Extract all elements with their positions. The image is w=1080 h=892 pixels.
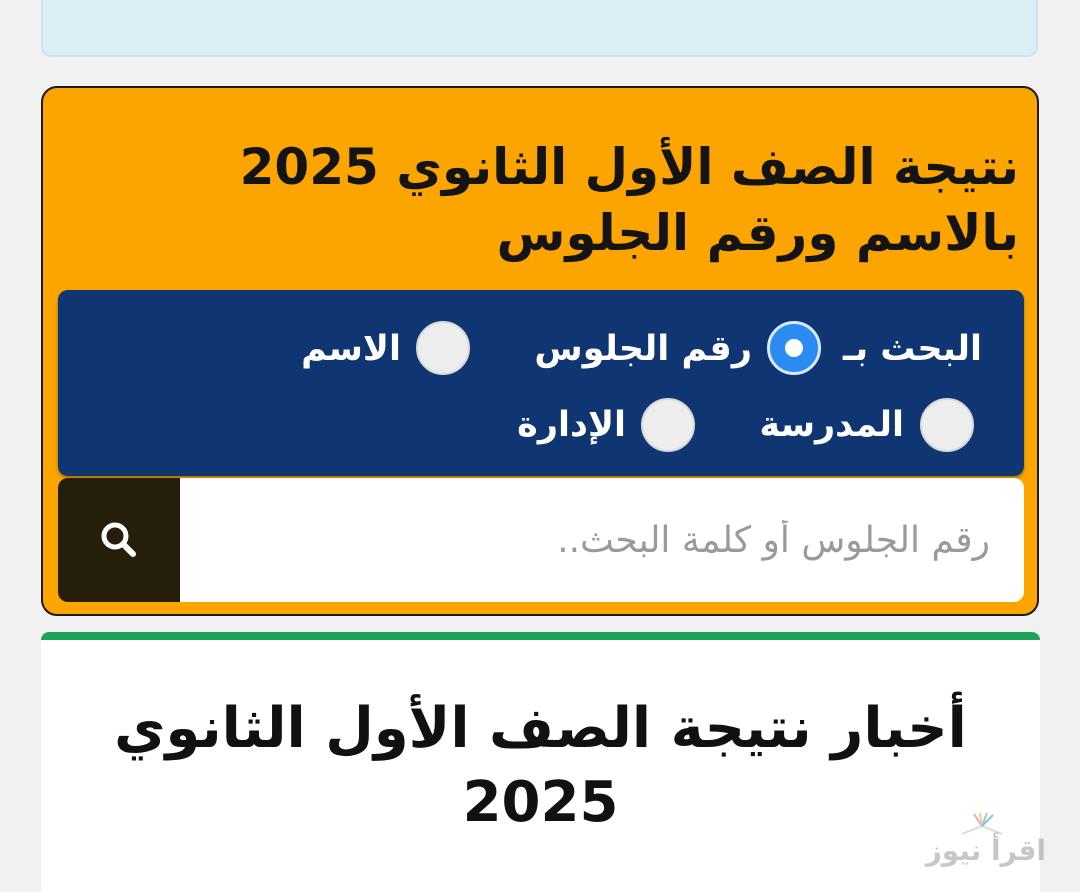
radio-administration[interactable]	[641, 398, 695, 452]
search-button[interactable]	[58, 478, 180, 602]
result-card-title-line1: نتيجة الصف الأول الثانوي 2025	[239, 138, 1019, 196]
radio-school[interactable]	[920, 398, 974, 452]
news-title-line2: 2025	[462, 770, 619, 835]
site-watermark-logo: اقرأ نيوز	[926, 812, 1046, 872]
news-title: أخبار نتيجة الصف الأول الثانوي 2025	[81, 692, 1000, 840]
radio-seat-number-label[interactable]: رقم الجلوس	[534, 324, 752, 374]
radio-administration-label[interactable]: الإدارة	[517, 400, 626, 450]
result-card-title: نتيجة الصف الأول الثانوي 2025 بالاسم ورق…	[119, 134, 1019, 266]
search-type-panel: البحث بـ رقم الجلوس الاسم المدرسة الإدار…	[58, 290, 1024, 476]
watermark-text: اقرأ نيوز	[925, 834, 1046, 867]
watermark-book-icon	[961, 812, 1003, 835]
news-card: أخبار نتيجة الصف الأول الثانوي 2025	[41, 632, 1040, 892]
radio-name[interactable]	[416, 321, 470, 375]
radio-name-label[interactable]: الاسم	[301, 324, 401, 374]
search-by-label: البحث بـ	[843, 329, 982, 369]
news-title-line1: أخبار نتيجة الصف الأول الثانوي	[114, 696, 967, 761]
result-search-card: نتيجة الصف الأول الثانوي 2025 بالاسم ورق…	[41, 86, 1039, 616]
radio-seat-number[interactable]	[767, 321, 821, 375]
result-card-title-line2: بالاسم ورقم الجلوس	[496, 204, 1020, 262]
search-input[interactable]	[180, 478, 1024, 602]
radio-school-label[interactable]: المدرسة	[759, 400, 904, 450]
search-icon	[101, 522, 136, 557]
info-box	[41, 0, 1038, 57]
search-bar	[58, 478, 1024, 602]
